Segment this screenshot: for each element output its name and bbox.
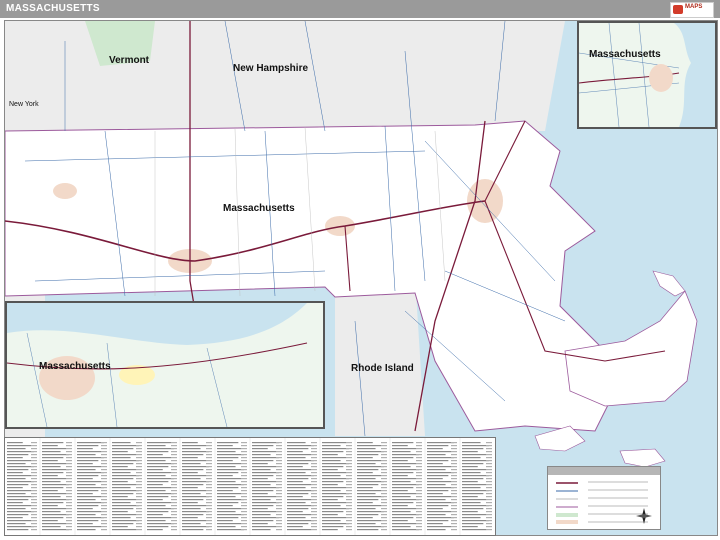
label-rhode-island: Rhode Island [351,363,414,374]
boston-inset[interactable]: Massachusetts [577,21,717,129]
compass-icon [636,508,652,524]
map-title: MASSACHUSETTS [6,3,100,14]
cape-cod-inset[interactable]: Massachusetts [5,301,325,429]
logo-text: MAPS [685,4,703,10]
logo-mark [673,5,683,14]
nantucket-land [619,448,666,468]
logo-icon: MAPS [670,2,714,18]
label-vermont: Vermont [109,55,150,66]
map-header: MASSACHUSETTS MAPS [0,0,720,18]
rhode-island-connecticut-land [335,276,425,436]
cape-cod-inset-label: Massachusetts [39,361,111,372]
boston-inset-drawing [578,22,715,128]
northern-states-land [5,21,565,141]
provincetown-land [652,270,686,297]
place-index-panel[interactable] [4,437,496,536]
boston-inset-label: Massachusetts [589,49,661,60]
label-new-hampshire: New Hampshire [233,63,309,74]
legend-title [548,467,660,475]
label-new-york: New York [9,101,39,108]
label-massachusetts: Massachusetts [223,203,295,214]
place-index-lines [7,438,492,535]
cape-cod-land [564,290,698,407]
pittsfield-urban [53,183,77,199]
